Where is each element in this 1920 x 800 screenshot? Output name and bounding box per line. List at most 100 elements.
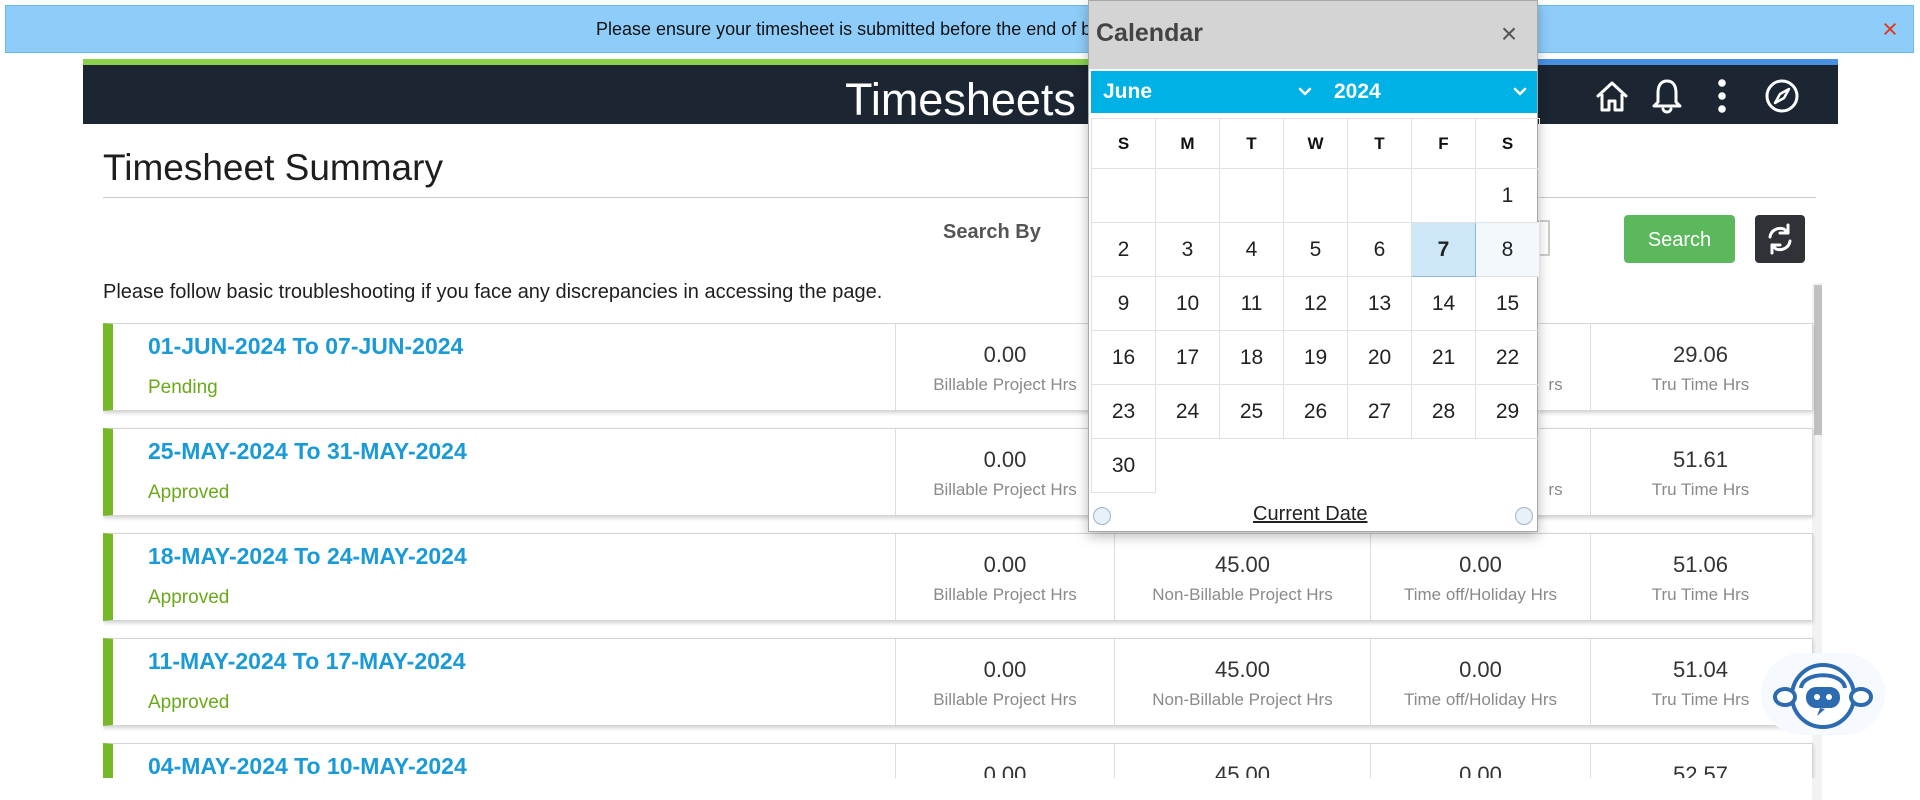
timesheet-row[interactable]: 11-MAY-2024 To 17-MAY-2024 Approved 0.00…: [103, 638, 1813, 726]
calendar-empty-cell: [1284, 439, 1348, 493]
calendar-day[interactable]: 13: [1347, 276, 1412, 331]
calendar-day[interactable]: 8: [1475, 222, 1540, 277]
refresh-icon: [1768, 223, 1792, 255]
home-icon[interactable]: [1591, 75, 1633, 117]
compass-icon[interactable]: [1761, 75, 1803, 117]
calendar-day[interactable]: 25: [1219, 384, 1284, 439]
calendar-grid: S M T W T F S 1 2 3 4 5 6 7 8 9 10 11 12…: [1091, 118, 1540, 493]
calendar-day[interactable]: 11: [1219, 276, 1284, 331]
timesheet-range[interactable]: 01-JUN-2024 To 07-JUN-2024: [148, 333, 463, 360]
calendar-day[interactable]: 22: [1475, 330, 1540, 385]
billable-label: Billable Project Hrs: [933, 375, 1077, 394]
tru-time-hours: 51.61 Tru Time Hrs: [1590, 429, 1810, 515]
tru-time-hours: 52.57: [1590, 744, 1810, 778]
year-value: 2024: [1334, 80, 1381, 103]
calendar-day[interactable]: 14: [1411, 276, 1476, 331]
calendar-day[interactable]: 21: [1411, 330, 1476, 385]
tru-time-label: Tru Time Hrs: [1651, 585, 1750, 604]
timesheet-row[interactable]: 04-MAY-2024 To 10-MAY-2024 0.00 45.00 0.…: [103, 743, 1813, 778]
billable-value: 0.00: [983, 552, 1027, 577]
month-select[interactable]: June: [1091, 71, 1322, 113]
timesheet-row[interactable]: 25-MAY-2024 To 31-MAY-2024 Approved 0.00…: [103, 428, 1813, 516]
time-off-value: 0.00: [1459, 657, 1502, 682]
next-month-icon[interactable]: [1515, 507, 1533, 525]
tru-time-value: 52.57: [1672, 762, 1729, 778]
calendar-selected-day[interactable]: 7: [1411, 222, 1476, 277]
calendar-day[interactable]: 3: [1155, 222, 1220, 277]
refresh-button[interactable]: [1755, 215, 1805, 263]
search-by-label: Search By: [943, 221, 1041, 243]
year-select[interactable]: 2024: [1322, 71, 1537, 113]
calendar-day[interactable]: 24: [1155, 384, 1220, 439]
calendar-day[interactable]: 30: [1091, 438, 1156, 493]
calendar-day[interactable]: 12: [1283, 276, 1348, 331]
chevron-down-icon: [1513, 87, 1527, 96]
calendar-day[interactable]: 1: [1475, 168, 1540, 223]
calendar-day[interactable]: 28: [1411, 384, 1476, 439]
more-vertical-icon[interactable]: [1701, 75, 1743, 117]
calendar-week: 16 17 18 19 20 21 22: [1091, 330, 1540, 385]
weekday-row: S M T W T F S: [1091, 118, 1540, 169]
calendar-day[interactable]: 18: [1219, 330, 1284, 385]
billable-label: Billable Project Hrs: [933, 690, 1077, 709]
calendar-day[interactable]: 6: [1347, 222, 1412, 277]
non-billable-value: 45.00: [1214, 657, 1271, 682]
time-off-label: Time off/Holiday Hrs: [1403, 585, 1558, 604]
timesheet-row[interactable]: 18-MAY-2024 To 24-MAY-2024 Approved 0.00…: [103, 533, 1813, 621]
calendar-blank-cell: [1219, 168, 1284, 223]
calendar-day[interactable]: 5: [1283, 222, 1348, 277]
calendar-selectors: June 2024: [1091, 71, 1537, 113]
calendar-day[interactable]: 10: [1155, 276, 1220, 331]
calendar-day[interactable]: 16: [1091, 330, 1156, 385]
timesheet-range[interactable]: 11-MAY-2024 To 17-MAY-2024: [148, 648, 466, 675]
timesheet-range[interactable]: 04-MAY-2024 To 10-MAY-2024: [148, 753, 467, 778]
timesheet-range[interactable]: 18-MAY-2024 To 24-MAY-2024: [148, 543, 467, 570]
time-off-hours: 0.00 Time off/Holiday Hrs: [1370, 534, 1590, 620]
billable-value: 0.00: [983, 657, 1027, 682]
header-bar: Timesheets: [83, 65, 1838, 125]
calendar-day[interactable]: 26: [1283, 384, 1348, 439]
app-header: Timesheets: [83, 59, 1838, 125]
calendar-day[interactable]: 27: [1347, 384, 1412, 439]
billable-label: Billable Project Hrs: [933, 480, 1077, 499]
calendar-day[interactable]: 23: [1091, 384, 1156, 439]
tru-time-value: 51.06: [1672, 552, 1729, 577]
timesheet-status: Approved: [148, 482, 230, 503]
billable-hours: 0.00: [895, 744, 1114, 778]
search-button[interactable]: Search: [1624, 215, 1735, 263]
timesheet-range[interactable]: 25-MAY-2024 To 31-MAY-2024: [148, 438, 467, 465]
chatbot-button[interactable]: [1761, 653, 1885, 735]
previous-month-icon[interactable]: [1093, 507, 1111, 525]
non-billable-hours: 45.00 Non-Billable Project Hrs: [1114, 639, 1370, 725]
calendar-day[interactable]: 9: [1091, 276, 1156, 331]
calendar-day[interactable]: 20: [1347, 330, 1412, 385]
billable-value: 0.00: [983, 762, 1027, 778]
tru-time-label: Tru Time Hrs: [1651, 480, 1750, 499]
calendar-day[interactable]: 15: [1475, 276, 1540, 331]
time-off-label: Time off/Holiday Hrs: [1403, 690, 1558, 709]
bell-icon[interactable]: [1646, 75, 1688, 117]
calendar-header: Calendar ×: [1089, 1, 1537, 69]
notice-bar: Please ensure your timesheet is submitte…: [5, 5, 1914, 53]
weekday-label: S: [1475, 118, 1540, 169]
calendar-week: 1: [1091, 168, 1540, 223]
calendar-blank-cell: [1155, 168, 1220, 223]
calendar-day[interactable]: 17: [1155, 330, 1220, 385]
calendar-empty-cell: [1412, 439, 1476, 493]
calendar-week: 2 3 4 5 6 7 8: [1091, 222, 1540, 277]
calendar-day[interactable]: 4: [1219, 222, 1284, 277]
calendar-day[interactable]: 29: [1475, 384, 1540, 439]
current-date-link[interactable]: Current Date: [1253, 503, 1368, 526]
tru-time-value: 51.61: [1672, 447, 1729, 472]
time-off-value: 0.00: [1459, 552, 1502, 577]
calendar-empty-cell: [1156, 439, 1220, 493]
tru-time-label: Tru Time Hrs: [1651, 375, 1750, 394]
close-notice-icon[interactable]: ×: [1875, 14, 1905, 44]
calendar-popup: Calendar × June 2024 S M T W T F S 1 2 3…: [1088, 0, 1540, 532]
timesheet-row[interactable]: 01-JUN-2024 To 07-JUN-2024 Pending 0.00 …: [103, 323, 1813, 411]
summary-title: Timesheet Summary: [103, 147, 443, 188]
calendar-day[interactable]: 2: [1091, 222, 1156, 277]
weekday-label: F: [1411, 118, 1476, 169]
close-calendar-icon[interactable]: ×: [1493, 17, 1525, 51]
calendar-day[interactable]: 19: [1283, 330, 1348, 385]
